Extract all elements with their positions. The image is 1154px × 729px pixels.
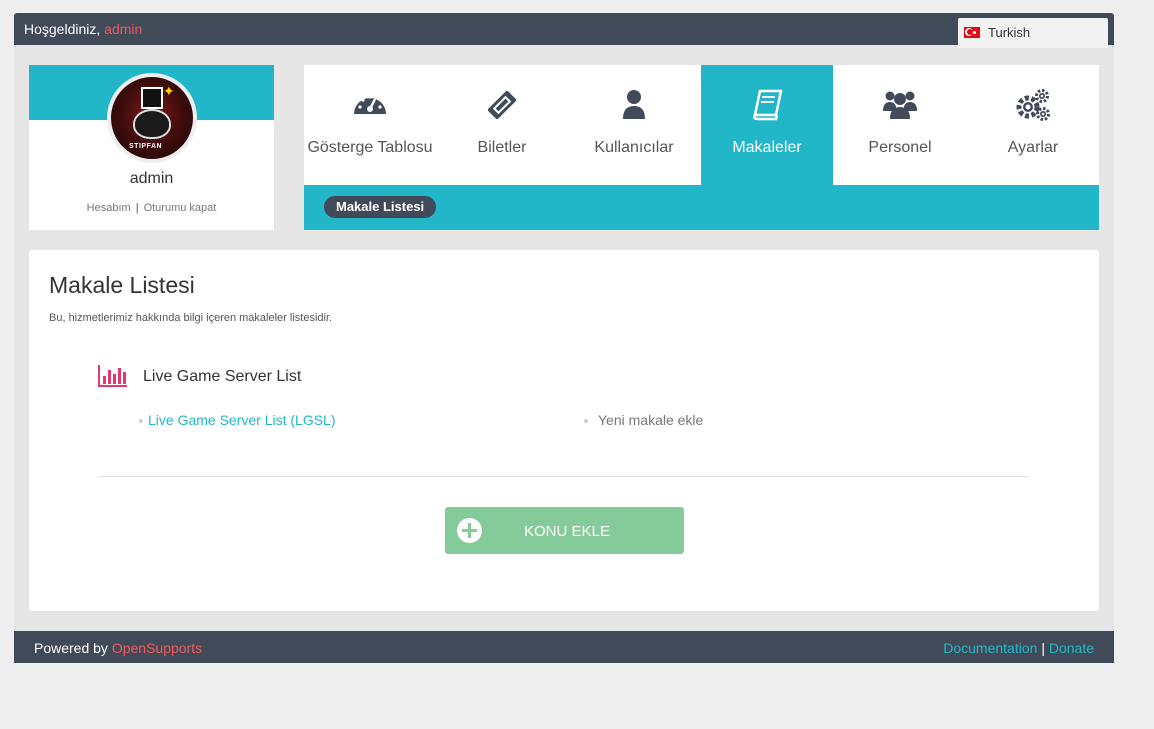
- avatar: ✦ STIPFAN: [107, 73, 197, 163]
- sub-nav-bar: Makale Listesi: [304, 185, 1099, 230]
- profile-card: ✦ STIPFAN admin Hesabım | Oturumu kapat: [29, 65, 274, 230]
- user-icon: [568, 87, 700, 123]
- tab-settings[interactable]: Ayarlar: [967, 65, 1099, 185]
- bullet-icon: [139, 419, 143, 424]
- welcome-text: Hoşgeldiniz,: [24, 21, 101, 37]
- logout-link[interactable]: Oturumu kapat: [144, 202, 217, 214]
- welcome-message: Hoşgeldiniz, admin: [24, 21, 142, 37]
- documentation-link[interactable]: Documentation: [943, 640, 1037, 656]
- book-icon: [701, 87, 833, 123]
- add-article-link[interactable]: Yeni makale ekle: [584, 412, 703, 428]
- article-title: Live Game Server List (LGSL): [148, 412, 336, 428]
- ticket-icon: [436, 87, 568, 123]
- footer-separator: |: [1041, 640, 1045, 656]
- sub-nav-article-list[interactable]: Makale Listesi: [324, 196, 437, 218]
- divider: [98, 476, 1029, 477]
- add-topic-button[interactable]: KONU EKLE: [445, 507, 684, 554]
- top-bar: Hoşgeldiniz, admin Turkish: [14, 13, 1114, 48]
- welcome-username: admin: [104, 21, 143, 37]
- tab-staff[interactable]: Personel: [834, 65, 966, 185]
- add-topic-label: KONU EKLE: [524, 523, 610, 540]
- bar-chart-icon: [98, 364, 128, 388]
- add-article-label: Yeni makale ekle: [598, 412, 704, 428]
- main-nav: Gösterge Tablosu Biletler Kullanıcılar M…: [304, 65, 1099, 230]
- powered-by-text: Powered by: [34, 640, 108, 656]
- language-label: Turkish: [988, 25, 1031, 40]
- turkey-flag-icon: [964, 27, 980, 38]
- dashboard-icon: [304, 87, 436, 123]
- bullet-icon: [584, 419, 588, 424]
- plus-circle-icon: [457, 518, 482, 543]
- avatar-star-icon: ✦: [163, 83, 175, 99]
- tab-label: Kullanıcılar: [594, 139, 674, 156]
- avatar-face: [133, 109, 171, 139]
- main-panel: Makale Listesi Bu, hizmetlerimiz hakkınd…: [29, 250, 1099, 611]
- tab-label: Personel: [868, 139, 932, 156]
- profile-link-separator: |: [135, 202, 139, 214]
- language-selector[interactable]: Turkish: [958, 18, 1108, 48]
- tab-dashboard[interactable]: Gösterge Tablosu: [304, 65, 436, 185]
- footer-links: Documentation | Donate: [943, 640, 1094, 656]
- donate-link[interactable]: Donate: [1049, 640, 1094, 656]
- tab-tickets[interactable]: Biletler: [436, 65, 568, 185]
- avatar-tag: STIPFAN: [129, 143, 163, 150]
- cogs-icon: [967, 87, 1099, 123]
- tab-users[interactable]: Kullanıcılar: [568, 65, 700, 185]
- tab-articles[interactable]: Makaleler: [701, 65, 833, 185]
- profile-links: Hesabım | Oturumu kapat: [29, 202, 274, 214]
- tab-label: Makaleler: [732, 139, 802, 156]
- profile-name: admin: [129, 170, 174, 187]
- avatar-hat: [141, 87, 163, 109]
- account-link[interactable]: Hesabım: [87, 202, 131, 214]
- page-description: Bu, hizmetlerimiz hakkında bilgi içeren …: [49, 312, 333, 324]
- footer-powered-by: Powered by OpenSupports: [34, 640, 202, 656]
- opensupports-link[interactable]: OpenSupports: [112, 640, 202, 656]
- footer: Powered by OpenSupports Documentation | …: [14, 631, 1114, 663]
- page-title: Makale Listesi: [49, 272, 195, 298]
- tab-label: Biletler: [477, 139, 527, 156]
- tab-label: Gösterge Tablosu: [307, 139, 433, 156]
- nav-tabs: Gösterge Tablosu Biletler Kullanıcılar M…: [304, 65, 1099, 185]
- users-icon: [834, 87, 966, 123]
- tab-label: Ayarlar: [1007, 139, 1059, 156]
- topic-title[interactable]: Live Game Server List: [143, 368, 301, 386]
- article-link[interactable]: Live Game Server List (LGSL): [139, 412, 336, 428]
- app-container: Hoşgeldiniz, admin Turkish ✦ STIPFAN adm…: [14, 13, 1114, 663]
